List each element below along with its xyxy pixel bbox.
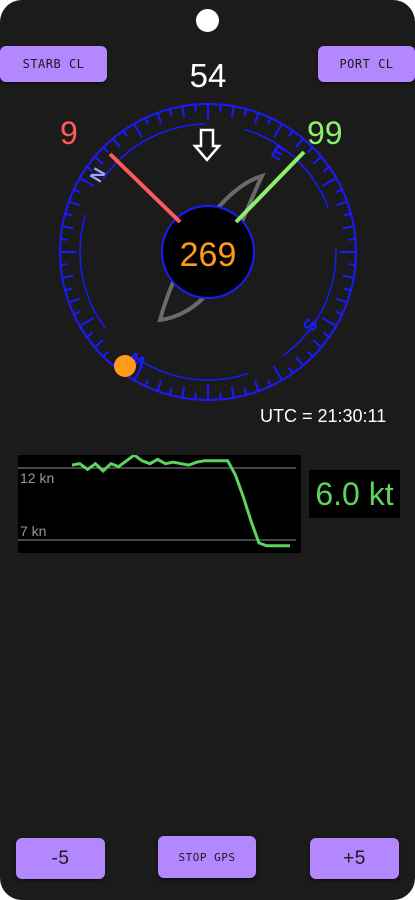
compass-tick (219, 104, 222, 112)
compass-tick (86, 332, 94, 338)
compass-tick (60, 238, 68, 241)
compass-tick (93, 339, 104, 348)
compass-tick (322, 166, 330, 172)
plus-five-button[interactable]: +5 (310, 838, 399, 879)
compass-tick (168, 387, 173, 396)
compass-tick (295, 137, 304, 148)
compass-tick (273, 365, 283, 381)
compass-tick (288, 130, 294, 138)
compass-tick (62, 274, 74, 279)
y-tick-label: 7 kn (20, 523, 46, 539)
compass-tick (266, 117, 272, 125)
compass-tick (73, 188, 81, 194)
compass-tick (336, 200, 348, 207)
compass-tick (60, 263, 68, 266)
compass-tick (144, 379, 150, 387)
compass-tick (79, 317, 95, 327)
compass-tick (112, 137, 121, 148)
compass-tick (181, 106, 186, 118)
compass-tick (194, 392, 197, 400)
compass-tick (295, 356, 304, 367)
speed-series-line (71, 455, 290, 548)
compass-tick (312, 339, 323, 348)
compass-tick (343, 212, 352, 217)
compass-tick (336, 297, 348, 304)
compass-tick (288, 366, 294, 374)
compass-tick (102, 350, 110, 358)
minus-five-button[interactable]: -5 (16, 838, 105, 879)
compass-tick (348, 263, 356, 266)
compass-tick (342, 274, 354, 279)
compass-tick (133, 123, 143, 139)
starboard-line (108, 152, 182, 224)
compass-tick (266, 379, 272, 387)
compass-tick (64, 287, 73, 292)
compass-tick (243, 108, 248, 117)
bearing-marker-dot (114, 355, 136, 377)
speed-chart: 12 kn 7 kn (18, 455, 301, 553)
compass-tick (168, 108, 173, 117)
compass-tick (219, 392, 222, 400)
compass-tick (335, 310, 343, 316)
compass-tick (273, 123, 283, 139)
compass-tick (194, 104, 197, 112)
compass-tick (253, 112, 260, 124)
compass-tick (343, 287, 352, 292)
compass-tick (342, 225, 354, 230)
compass-tick (73, 310, 81, 316)
stop-gps-button[interactable]: STOP GPS (158, 836, 256, 878)
compass-tick (156, 380, 163, 392)
compass-tick (181, 386, 186, 398)
speed-readout: 6.0 kt (309, 470, 400, 518)
compass-tick (144, 117, 150, 125)
compass-tick (348, 238, 356, 241)
compass-tick (253, 380, 260, 392)
compass-tick (64, 212, 73, 217)
compass-tick (312, 156, 323, 165)
compass-tick (62, 225, 74, 230)
compass-tick (68, 200, 80, 207)
compass-tick (335, 188, 343, 194)
compass-tick (93, 156, 104, 165)
compass-tick (321, 317, 337, 327)
compass-dial: NESW269 (59, 103, 357, 401)
compass-tick (306, 146, 314, 154)
utc-clock: UTC = 21:30:11 (260, 406, 387, 426)
compass-tick (68, 297, 80, 304)
compass-tick (306, 350, 314, 358)
center-heading-value: 269 (180, 236, 237, 274)
speed-chart-svg: 12 kn 7 kn (18, 455, 296, 548)
cardinal-label-e: E (268, 141, 288, 164)
compass-tick (322, 332, 330, 338)
port-line (234, 150, 306, 224)
compass-tick (102, 146, 110, 154)
y-tick-label: 12 kn (20, 470, 54, 486)
compass-tick (243, 387, 248, 396)
heading-arrow-icon (192, 128, 222, 162)
compass-tick (230, 386, 235, 398)
app-screen: STARB CL PORT CL 54 9 99 N E S W 269 UTC = 2… (0, 0, 415, 900)
compass-tick (321, 177, 337, 187)
compass-tick (122, 130, 128, 138)
compass-tick (230, 106, 235, 118)
compass-tick (156, 112, 163, 124)
